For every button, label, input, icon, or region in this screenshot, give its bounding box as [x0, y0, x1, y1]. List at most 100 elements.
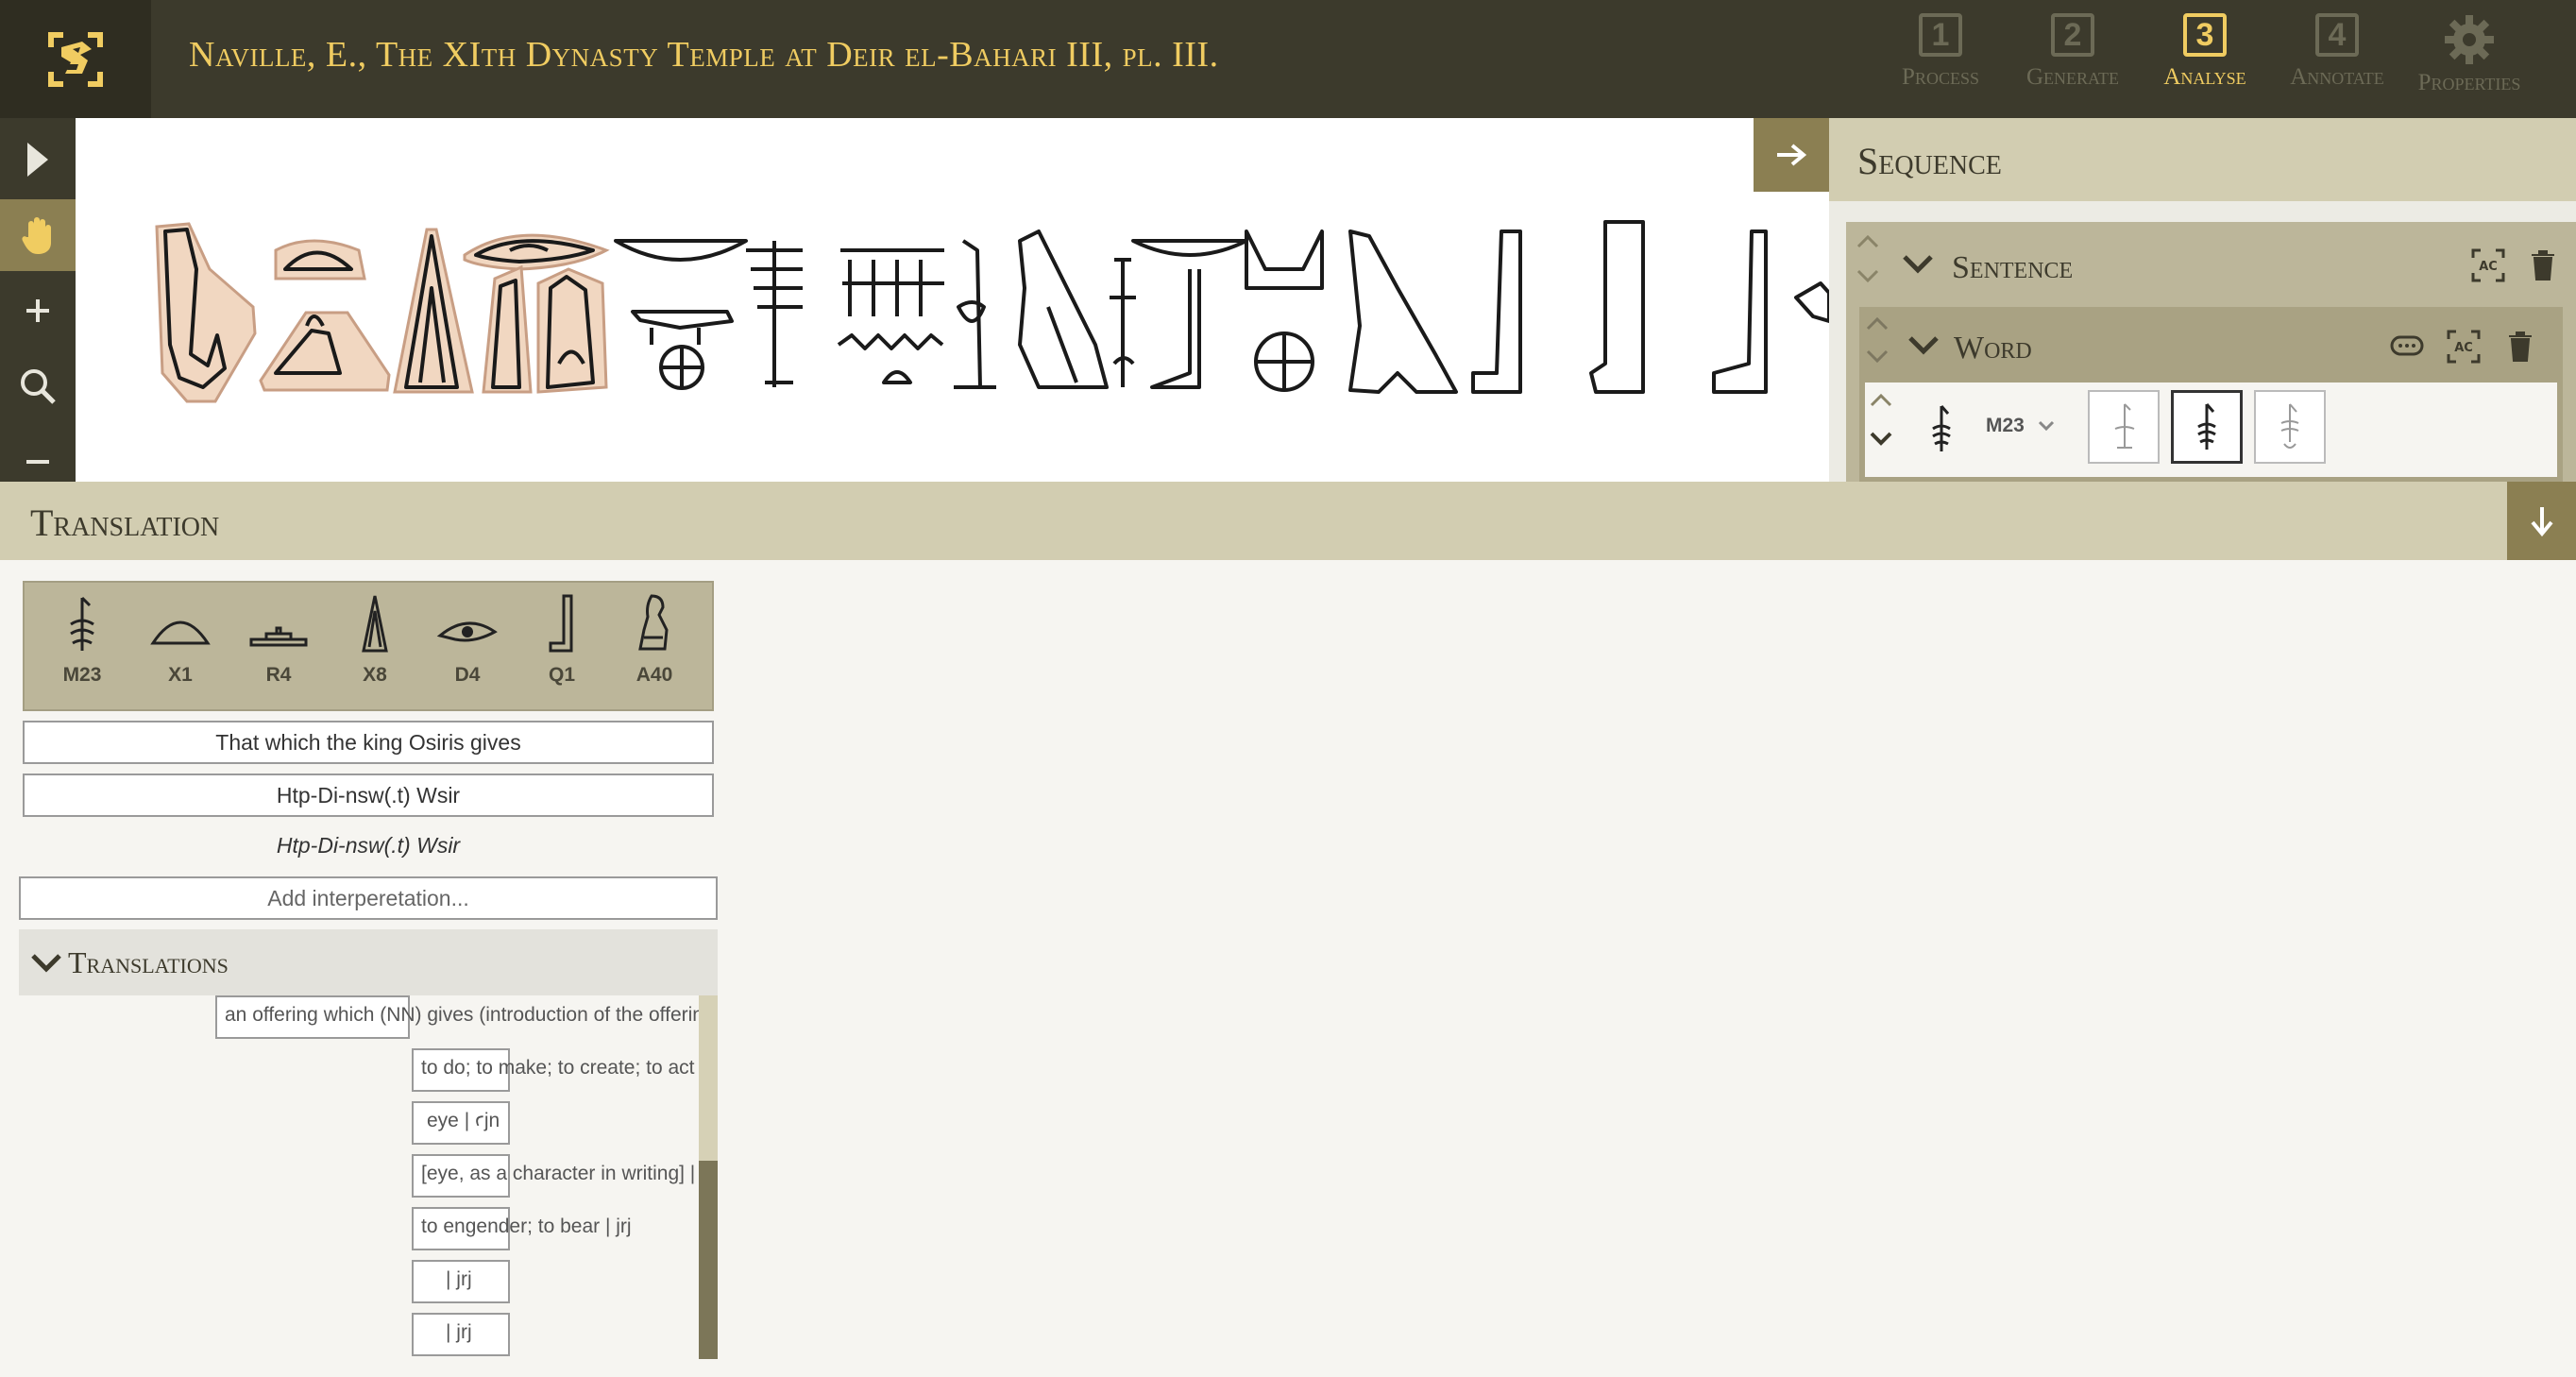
translation-entry-text: [eye, as a character in writing] | jrt — [421, 1163, 699, 1184]
glyph-highlight — [482, 264, 533, 394]
reed-variant-icon — [2114, 403, 2135, 449]
search-icon — [21, 369, 56, 404]
chevron-down-icon — [1903, 255, 1933, 274]
chevron-up-icon — [1870, 393, 1892, 407]
interpretation-input[interactable]: Add interperetation... — [19, 876, 718, 920]
inscription-drawing — [155, 220, 1829, 403]
word-label: Word — [1954, 331, 2032, 366]
trash-icon — [2509, 332, 2532, 362]
step-annotate-label: Annotate — [2290, 64, 2384, 90]
sign-r4[interactable]: R4 — [236, 592, 321, 704]
translation-entry-text: | jrj — [446, 1321, 472, 1343]
chevron-up-icon — [1856, 234, 1879, 248]
sign-code-select[interactable]: M23 — [1986, 415, 2055, 437]
translation-title: Translation — [30, 502, 220, 544]
sequence-title: Sequence — [1857, 140, 2002, 182]
word-comment-button[interactable] — [2388, 328, 2426, 366]
collapse-sequence-button[interactable] — [1754, 118, 1829, 192]
reed-glyph-icon — [70, 596, 94, 651]
app-logo[interactable] — [0, 0, 151, 118]
sign-preview — [1918, 398, 1965, 460]
sign-x1[interactable]: X1 — [138, 592, 223, 704]
logo-icon — [48, 31, 103, 87]
select-tool[interactable] — [0, 124, 76, 196]
svg-text:AC: AC — [2479, 260, 2498, 274]
collapse-translation-button[interactable] — [2507, 482, 2576, 560]
step-analyse-label: Analyse — [2163, 64, 2246, 90]
chevron-down-icon — [1866, 349, 1889, 364]
arrow-down-icon — [2530, 506, 2553, 536]
gear-icon — [2445, 15, 2494, 64]
word-move-up-button[interactable] — [1863, 311, 1891, 337]
scan-text-icon: AC — [2447, 330, 2481, 364]
sentence-ocr-button[interactable]: AC — [2469, 246, 2507, 284]
sentence-delete-button[interactable] — [2524, 246, 2562, 284]
sign-x8[interactable]: X8 — [332, 592, 417, 704]
move-down-button[interactable] — [1854, 262, 1882, 290]
translations-section-header[interactable]: Translations — [19, 929, 718, 995]
word-block: Word AC M23 — [1859, 307, 2563, 482]
chevron-down-icon — [1856, 269, 1879, 283]
word-collapse-toggle[interactable] — [1905, 326, 1942, 364]
translation-entry-text: to engender; to bear | jrj — [421, 1216, 632, 1237]
word-sign-strip: M23 X1 R4 X8 D4 Q1 A40 — [23, 581, 714, 711]
sentence-collapse-toggle[interactable] — [1899, 245, 1937, 282]
word-move-down-button[interactable] — [1863, 343, 1891, 369]
step-annotate[interactable]: 4 Annotate — [2276, 13, 2398, 108]
sign-variant-option[interactable] — [2254, 390, 2326, 464]
step-generate[interactable]: 2 Generate — [2011, 13, 2134, 108]
step-properties[interactable]: Properties — [2408, 13, 2531, 108]
chevron-up-icon — [1866, 316, 1889, 331]
document-title: Naville, E., The XIth Dynasty Temple at … — [189, 35, 1219, 75]
sign-row: M23 — [1865, 382, 2557, 477]
svg-text:AC: AC — [2454, 341, 2473, 355]
sequence-panel: Sequence Sentence AC Word AC M23 — [1829, 118, 2576, 482]
step-properties-label: Properties — [2417, 70, 2521, 95]
step-process[interactable]: 1 Process — [1879, 13, 2002, 108]
glyph-highlight — [155, 222, 257, 403]
meaning-field[interactable]: That which the king Osiris gives — [23, 721, 714, 764]
sentence-block: Sentence AC Word AC M23 — [1846, 222, 2576, 482]
eye-glyph-icon — [436, 621, 498, 642]
bread-loaf-glyph-icon — [150, 620, 211, 645]
chevron-down-icon — [2038, 420, 2054, 432]
search-tool[interactable] — [0, 350, 76, 422]
inscription-canvas[interactable] — [76, 118, 1829, 482]
pan-tool[interactable] — [0, 199, 76, 271]
tool-palette — [0, 118, 76, 482]
word-ocr-button[interactable]: AC — [2445, 328, 2483, 366]
reed-variant-icon — [2280, 403, 2299, 449]
translation-entry-text: an offering which (NN) gives (introducti… — [225, 1004, 699, 1026]
zoom-out-icon — [26, 460, 49, 464]
sign-a40[interactable]: A40 — [612, 592, 697, 704]
sign-variant-option[interactable] — [2088, 390, 2160, 464]
conical-loaf-glyph-icon — [362, 595, 388, 653]
zoom-in-tool[interactable] — [0, 275, 76, 347]
glyph-highlight — [274, 239, 366, 280]
sign-move-up-button[interactable] — [1867, 388, 1895, 413]
offering-mat-glyph-icon — [249, 626, 308, 647]
sign-code-value: M23 — [1986, 415, 2025, 436]
sign-q1[interactable]: Q1 — [519, 592, 604, 704]
chevron-down-icon — [1908, 336, 1939, 355]
chevron-down-icon — [31, 954, 61, 973]
translation-entry-text: to do; to make; to create; to act as — [421, 1057, 699, 1079]
seat-glyph-icon — [549, 594, 573, 653]
sentence-label: Sentence — [1952, 250, 2074, 285]
transliteration-field[interactable]: Htp-Di-nsw(.t) Wsir — [23, 774, 714, 817]
scrollbar-thumb[interactable] — [699, 1161, 718, 1359]
sign-variant-option-selected[interactable] — [2171, 390, 2243, 464]
sign-m23[interactable]: M23 — [40, 592, 125, 704]
word-delete-button[interactable] — [2501, 328, 2539, 366]
step-analyse[interactable]: 3 Analyse — [2144, 13, 2266, 108]
translations-scrollbar[interactable] — [699, 995, 718, 1359]
sign-move-down-button[interactable] — [1867, 426, 1895, 450]
translations-section-title: Translations — [68, 945, 229, 979]
top-bar: Naville, E., The XIth Dynasty Temple at … — [0, 0, 2576, 118]
translation-entry-text: eye | ꜥjn — [427, 1110, 500, 1131]
reed-variant-icon — [2197, 403, 2216, 450]
sign-d4[interactable]: D4 — [425, 592, 510, 704]
reed-glyph-icon — [1932, 405, 1951, 451]
scan-text-icon: AC — [2471, 248, 2505, 282]
move-up-button[interactable] — [1854, 228, 1882, 256]
